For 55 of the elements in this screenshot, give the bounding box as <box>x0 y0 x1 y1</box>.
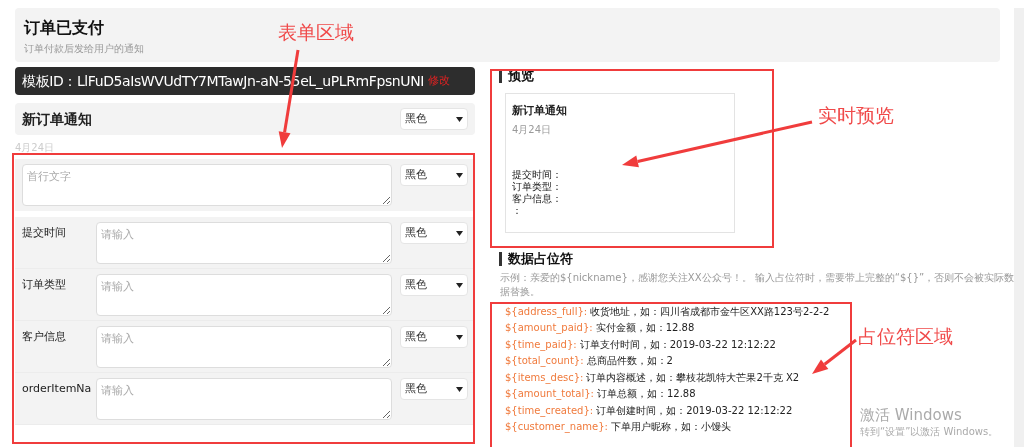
placeholder-description: 下单用户昵称，如：小馒头 <box>610 420 731 435</box>
caret-icon <box>456 230 463 236</box>
page-title: 订单已支付 <box>24 18 104 38</box>
caret-icon <box>456 334 463 340</box>
example-text: 示例：亲爱的${nickname}，感谢您关注XX公众号！。 输入占位符时，需要带上完整的“${}”，否则不会被实际数据替换。 <box>500 271 1016 299</box>
preview-line: 订单类型： <box>512 180 562 193</box>
color-select[interactable]: 黑色 <box>400 222 468 244</box>
placeholder-key: ${items_desc}: <box>505 369 584 385</box>
color-select[interactable]: 黑色 <box>400 378 468 400</box>
placeholder-description: 收货地址，如：四川省成都市金牛区XX路123号2-2-2 <box>590 304 830 319</box>
field-label: 提交时间 <box>22 225 67 241</box>
placeholder-key: ${amount_total}: <box>505 386 594 402</box>
color-select[interactable]: 黑色 <box>400 326 468 348</box>
color-select[interactable]: 黑色 <box>400 164 468 186</box>
field-label: 客户信息 <box>22 329 67 345</box>
annotation-label: 实时预览 <box>818 103 894 128</box>
caret-icon <box>456 282 463 288</box>
text-area[interactable]: 请输入 <box>96 378 392 420</box>
page-subtitle: 订单付款后发给用户的通知 <box>24 42 144 56</box>
caret-icon <box>456 172 463 178</box>
placeholder-description: 订单总额，如：12.88 <box>596 387 696 402</box>
placeholder-description: 订单内容概述，如：攀枝花凯特大芒果2千克 X2 <box>586 370 800 385</box>
caret-icon <box>456 386 463 392</box>
annotation-label: 表单区域 <box>278 20 354 45</box>
placeholder-key: ${time_paid}: <box>505 336 577 352</box>
placeholder-description: 实付金额，如：12.88 <box>595 321 695 336</box>
text-area[interactable]: 请输入 <box>96 222 392 264</box>
heading-bar <box>499 69 502 83</box>
placeholder-key: ${address_full}: <box>505 303 588 319</box>
text-area[interactable]: 请输入 <box>96 274 392 316</box>
placeholder-description: 总商品件数，如：2 <box>586 354 673 369</box>
placeholder-key: ${total_count}: <box>505 353 584 369</box>
preview-line: ： <box>512 204 522 217</box>
placeholder-key: ${customer_name}: <box>505 419 608 435</box>
annotation-label: 占位符区域 <box>858 324 953 349</box>
annotation-arrow <box>812 338 857 374</box>
color-select[interactable]: 黑色 <box>400 274 468 296</box>
caret-icon <box>456 116 463 122</box>
preview-title: 新订单通知 <box>512 103 567 119</box>
heading-bar <box>499 252 502 266</box>
color-select[interactable]: 黑色 <box>400 108 468 130</box>
placeholder-key: ${time_created}: <box>505 402 594 418</box>
placeholder-description: 订单支付时间，如：2019-03-22 12:12:22 <box>579 337 776 352</box>
preview-line: 提交时间： <box>512 168 562 181</box>
field-label: 订单类型 <box>22 277 67 293</box>
placeholder-description: 订单创建时间，如：2019-03-22 12:12:22 <box>596 403 793 418</box>
text-area[interactable]: 首行文字 <box>22 164 392 206</box>
preview-line: 客户信息： <box>512 192 562 205</box>
section-heading: 数据占位符 <box>508 250 573 269</box>
text-area[interactable]: 请输入 <box>96 326 392 368</box>
preview-date: 4月24日 <box>512 122 552 137</box>
activation-title: 激活 Windows <box>860 406 963 424</box>
notification-title: 新订单通知 <box>22 109 92 129</box>
placeholder-key: ${amount_paid}: <box>505 320 593 336</box>
activation-subtitle: 转到“设置”以激活 Windows。 <box>860 425 999 439</box>
